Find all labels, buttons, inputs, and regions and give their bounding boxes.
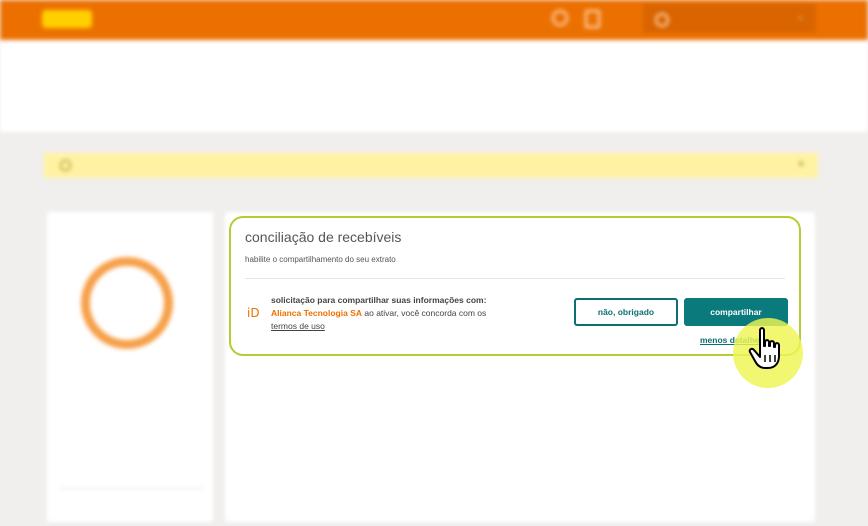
divider [245, 278, 785, 279]
user-icon [655, 13, 669, 27]
nav-item-2 [205, 13, 273, 25]
card-subtitle: habilite o compartilhamento do seu extra… [245, 255, 396, 264]
account-menu: ⌄ [643, 4, 816, 33]
page-header [0, 40, 868, 132]
terms-link[interactable]: termos de uso [271, 321, 325, 331]
top-navigation-bar: ⌄ [0, 0, 868, 40]
consent-message: solicitação para compartilhar suas infor… [271, 294, 531, 333]
hand-pointer-icon [748, 326, 788, 377]
nav-item-3 [307, 13, 359, 25]
search-icon [552, 10, 568, 26]
notice-banner: × [44, 153, 818, 178]
card-title: conciliação de recebíveis [245, 229, 402, 245]
logo-icon [42, 10, 92, 28]
agree-text: ao ativar, você concorda com os [364, 308, 487, 318]
chevron-down-icon: ⌄ [797, 12, 804, 21]
close-icon: × [798, 159, 804, 170]
company-name: Alianca Tecnologia SA [271, 308, 363, 318]
bag-icon [585, 10, 600, 28]
decline-button[interactable]: não, obrigado [574, 298, 678, 326]
nav-item-5 [502, 13, 528, 25]
nav-item-1 [128, 13, 176, 25]
consent-card: conciliação de recebíveis habilite o com… [229, 216, 801, 356]
info-icon [60, 160, 71, 171]
list-item [59, 512, 203, 526]
list-item [59, 474, 203, 489]
nav-item-4 [391, 13, 471, 25]
request-text: solicitação para compartilhar suas infor… [271, 295, 487, 305]
id-icon: iD [247, 306, 260, 320]
progress-ring [81, 257, 173, 349]
store-summary-card [47, 212, 213, 522]
